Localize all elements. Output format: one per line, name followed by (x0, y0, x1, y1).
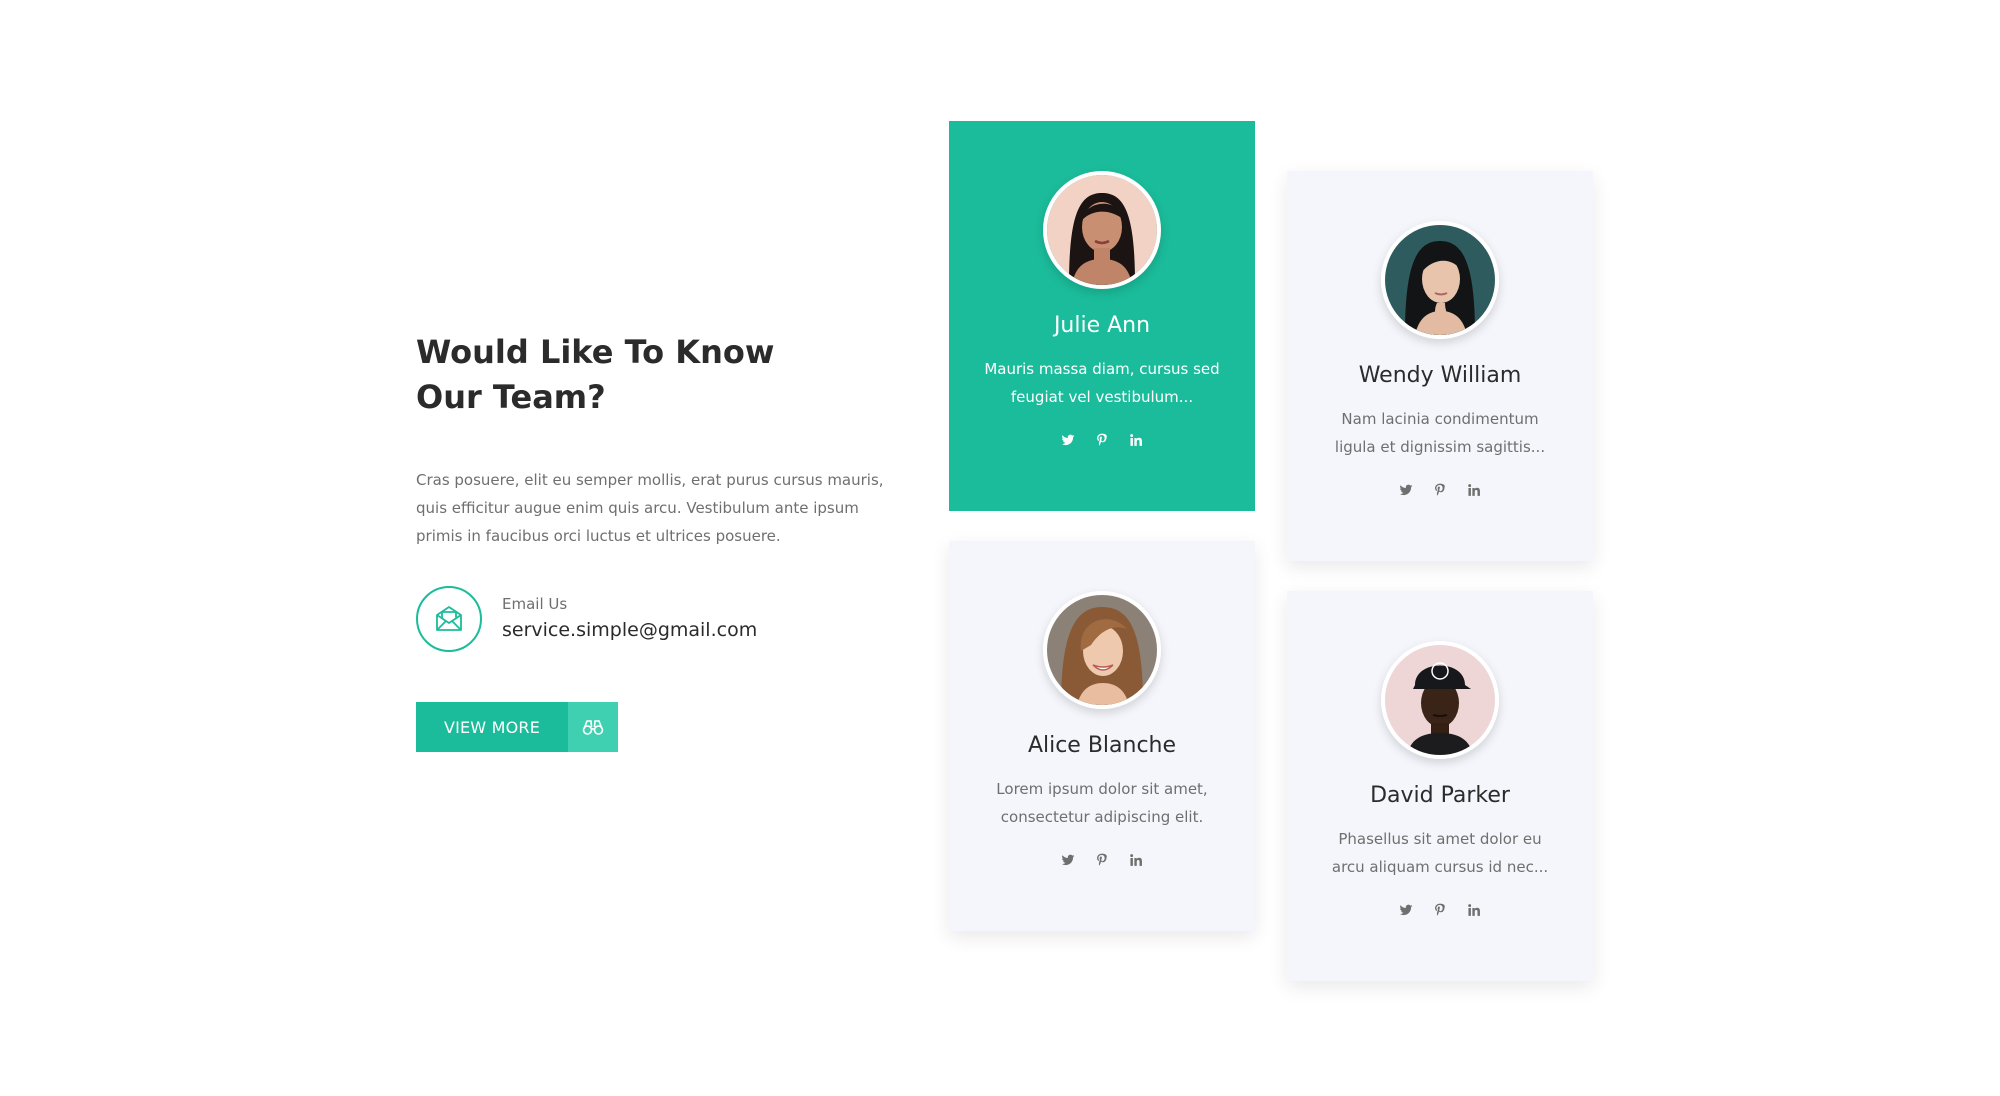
heading-line-2: Our Team? (416, 375, 606, 420)
envelope-icon (416, 586, 482, 652)
member-description: Nam lacinia condimentum ligula et dignis… (1334, 410, 1546, 456)
view-more-button[interactable]: VIEW MORE (416, 702, 618, 752)
member-name: Alice Blanche (1027, 733, 1177, 758)
intro-block: Would Like To Know Our Team? Cras posuer… (416, 330, 896, 752)
twitter-icon[interactable] (1397, 901, 1415, 919)
team-card-david-parker[interactable]: David Parker Phasellus sit amet dolor eu… (1287, 591, 1593, 981)
email-label: Email Us (502, 595, 568, 613)
social-links (949, 851, 1255, 869)
member-description: Lorem ipsum dolor sit amet, consectetur … (996, 780, 1208, 826)
pinterest-icon[interactable] (1093, 431, 1111, 449)
email-texts: Email Us service.simple@gmail.com (502, 593, 757, 645)
linkedin-icon[interactable] (1127, 431, 1145, 449)
email-address-link[interactable]: service.simple@gmail.com (502, 615, 757, 645)
section-heading: Would Like To Know Our Team? (416, 330, 896, 420)
binoculars-icon (568, 702, 618, 752)
twitter-icon[interactable] (1059, 431, 1077, 449)
member-description: Phasellus sit amet dolor eu arcu aliquam… (1331, 830, 1549, 876)
team-card-julie-ann[interactable]: Julie Ann Mauris massa diam, cursus sed … (949, 121, 1255, 511)
linkedin-icon[interactable] (1465, 481, 1483, 499)
team-section: Would Like To Know Our Team? Cras posuer… (0, 0, 2000, 1096)
team-card-wendy-william[interactable]: Wendy William Nam lacinia condimentum li… (1287, 171, 1593, 561)
view-more-label: VIEW MORE (416, 702, 568, 752)
pinterest-icon[interactable] (1431, 481, 1449, 499)
twitter-icon[interactable] (1397, 481, 1415, 499)
social-links (949, 431, 1255, 449)
pinterest-icon[interactable] (1093, 851, 1111, 869)
avatar (1381, 221, 1499, 339)
avatar (1043, 591, 1161, 709)
member-description: Mauris massa diam, cursus sed feugiat ve… (984, 360, 1220, 406)
member-name: Wendy William (1358, 363, 1522, 388)
linkedin-icon[interactable] (1465, 901, 1483, 919)
avatar (1043, 171, 1161, 289)
twitter-icon[interactable] (1059, 851, 1077, 869)
social-links (1287, 481, 1593, 499)
email-contact: Email Us service.simple@gmail.com (416, 586, 896, 652)
linkedin-icon[interactable] (1127, 851, 1145, 869)
member-name: Julie Ann (1053, 313, 1151, 338)
member-name: David Parker (1370, 783, 1510, 808)
heading-line-1: Would Like To Know (416, 333, 775, 371)
pinterest-icon[interactable] (1431, 901, 1449, 919)
intro-paragraph: Cras posuere, elit eu semper mollis, era… (416, 471, 884, 545)
heading-question-mark: ? (587, 378, 606, 416)
heading-highlight-text: Our Team (416, 378, 588, 416)
social-links (1287, 901, 1593, 919)
avatar (1381, 641, 1499, 759)
team-card-alice-blanche[interactable]: Alice Blanche Lorem ipsum dolor sit amet… (949, 541, 1255, 931)
